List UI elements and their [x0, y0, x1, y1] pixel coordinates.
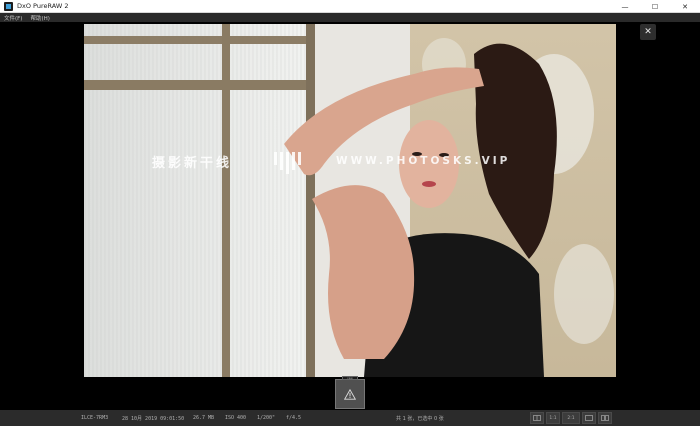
photo-preview: 摄影新干线 WWW.PHOTOSKS.VIP [84, 24, 616, 377]
iso-value: ISO 400 [225, 415, 247, 421]
compare-button[interactable] [530, 412, 544, 424]
photo-image [84, 24, 616, 377]
camera-model: ILCE-7RM3 [81, 415, 109, 421]
title-bar: DxO PureRAW 2 — ☐ ✕ [0, 0, 700, 13]
compare-icon [533, 415, 541, 421]
watermark-text: 摄影新干线 [152, 156, 233, 171]
zoom-level-select[interactable]: 2:1 [562, 412, 580, 424]
menu-help[interactable]: 帮助(H) [26, 14, 53, 22]
side-by-side-button[interactable] [598, 412, 612, 424]
window-title: DxO PureRAW 2 [17, 2, 69, 10]
close-window-button[interactable]: ✕ [670, 0, 700, 13]
app-logo-icon [4, 1, 13, 11]
single-view-button[interactable] [582, 412, 596, 424]
capture-datetime: 28 10月 2019 09:01:50 [122, 416, 185, 422]
single-view-icon [585, 415, 593, 421]
watermark-url: WWW.PHOTOSKS.VIP [336, 155, 511, 167]
aperture-value: f/4.5 [286, 415, 302, 421]
maximize-button[interactable]: ☐ [640, 0, 670, 13]
thumbnail-item[interactable] [335, 379, 365, 409]
status-bar: ILCE-7RM3 28 10月 2019 09:01:50 26.7 MB I… [0, 410, 700, 426]
file-size: 26.7 MB [193, 415, 215, 421]
menu-bar: 文件(F) 帮助(H) [0, 13, 700, 22]
view-toolbar: 1:1 2:1 [530, 412, 612, 424]
selection-count: 共 1 张，已选中 0 张 [396, 416, 444, 422]
window-controls: — ☐ ✕ [610, 0, 700, 13]
side-by-side-icon [601, 415, 609, 421]
warning-triangle-icon [344, 388, 356, 400]
close-viewer-button[interactable]: ✕ [640, 24, 656, 40]
thumbnail-format-tag: raw [342, 376, 358, 380]
filmstrip: raw [0, 376, 700, 410]
minimize-button[interactable]: — [610, 0, 640, 13]
menu-file[interactable]: 文件(F) [0, 14, 26, 22]
zoom-fit-button[interactable]: 1:1 [546, 412, 560, 424]
watermark-logo-icon [274, 152, 301, 174]
shutter-speed: 1/200" [257, 415, 276, 421]
